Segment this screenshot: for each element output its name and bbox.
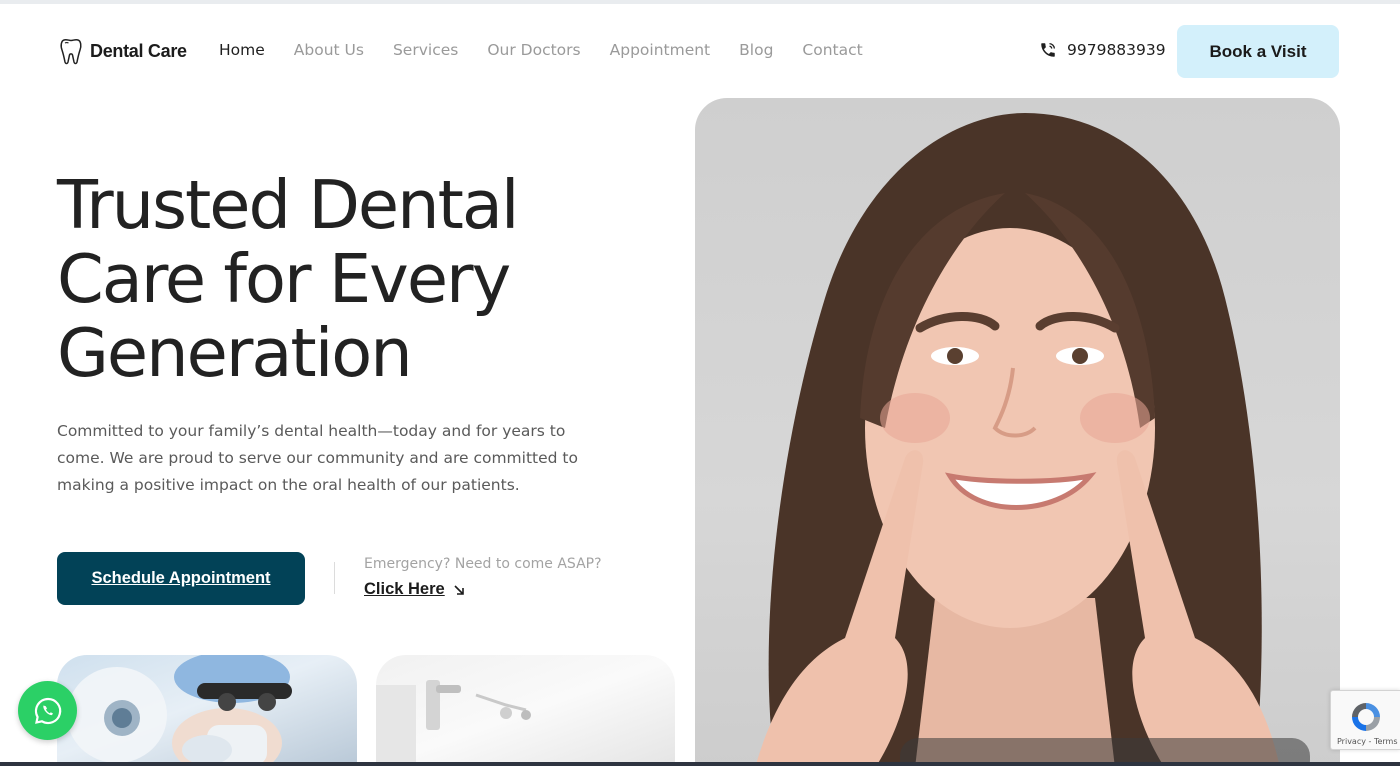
hero-title: Trusted Dental Care for Every Generation — [57, 168, 657, 390]
emergency-cta: Emergency? Need to come ASAP? Click Here — [364, 556, 602, 599]
nav-appointment[interactable]: Appointment — [610, 41, 711, 59]
phone-number: 9979883939 — [1067, 41, 1166, 59]
whatsapp-button[interactable] — [18, 681, 77, 740]
click-here-label: Click Here — [364, 580, 445, 598]
phone-icon — [1041, 42, 1056, 57]
hero-title-line: Care for Every — [57, 240, 511, 318]
main-nav: Home About Us Services Our Doctors Appoi… — [219, 41, 892, 59]
recaptcha-text[interactable]: Privacy - Terms — [1337, 737, 1398, 746]
smiling-woman-photo — [695, 98, 1340, 766]
dentist-illustration — [67, 655, 292, 766]
nav-about-us[interactable]: About Us — [294, 41, 364, 59]
schedule-appointment-button[interactable]: Schedule Appointment — [57, 552, 305, 605]
header-phone[interactable]: 9979883939 — [1039, 41, 1166, 59]
dentist-with-loupes-photo — [57, 655, 357, 766]
woman-illustration — [755, 113, 1310, 766]
whatsapp-icon — [34, 697, 61, 724]
dental-clinic-room-photo — [376, 655, 675, 766]
site-header: Dental Care Home About Us Services Our D… — [0, 4, 1400, 94]
cta-divider — [334, 562, 335, 594]
nav-services[interactable]: Services — [393, 41, 458, 59]
brand-logo[interactable]: Dental Care — [60, 37, 187, 65]
emergency-text: Emergency? Need to come ASAP? — [364, 556, 602, 572]
nav-contact[interactable]: Contact — [802, 41, 862, 59]
click-here-link[interactable]: Click Here — [364, 580, 602, 599]
nav-blog[interactable]: Blog — [739, 41, 773, 59]
nav-our-doctors[interactable]: Our Doctors — [487, 41, 580, 59]
hero-description: Committed to your family’s dental health… — [57, 422, 578, 494]
hero-title-line: Generation — [57, 314, 413, 392]
recaptcha-badge[interactable]: Privacy - Terms — [1330, 690, 1400, 750]
brand-name: Dental Care — [90, 40, 187, 61]
hero-title-line: Trusted Dental — [57, 166, 520, 244]
clinic-illustration — [376, 680, 531, 766]
bottom-border — [0, 762, 1400, 766]
recaptcha-icon — [1352, 703, 1380, 731]
book-a-visit-button[interactable]: Book a Visit — [1177, 25, 1339, 78]
nav-home[interactable]: Home — [219, 41, 265, 59]
tooth-icon — [60, 38, 82, 65]
arrow-down-right-icon — [454, 584, 464, 595]
